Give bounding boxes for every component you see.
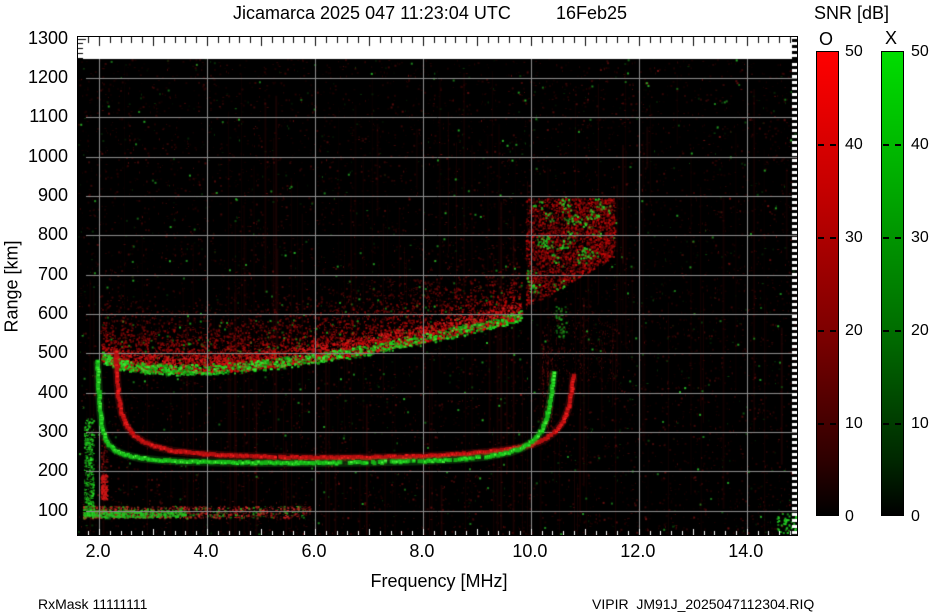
colorbar-tick-label: 10 <box>845 415 863 432</box>
ionogram-canvas <box>78 37 797 535</box>
x-tick-label: 2.0 <box>85 541 111 561</box>
colorbar-tick-label: 20 <box>845 322 863 339</box>
y-tick-label: 1300 <box>27 27 68 48</box>
y-tick-label: 400 <box>37 381 68 402</box>
colorbar-title: SNR [dB] <box>814 3 890 23</box>
x-tick-label: 14.0 <box>728 541 764 561</box>
x-tick-label: 6.0 <box>301 541 327 561</box>
colorbar-tick-label: 40 <box>911 136 929 153</box>
rxmask-text: RxMask 11111111 <box>38 596 148 612</box>
y-tick-label: 900 <box>37 184 68 205</box>
y-tick-label: 700 <box>37 263 68 284</box>
colorbar-tick-label: 50 <box>911 43 929 60</box>
ionogram-screen: Jicamarca 2025 047 11:23:04 UTC 16Feb25 … <box>0 0 932 614</box>
colorbar-tick-dash <box>830 144 836 146</box>
y-tick-label: 100 <box>37 499 68 520</box>
x-tick-label: 8.0 <box>409 541 435 561</box>
x-tick-label: 12.0 <box>620 541 656 561</box>
x-axis-label: Frequency [MHz] <box>370 571 508 591</box>
colorbar-tick-label: 0 <box>911 508 920 525</box>
page-title-date: 16Feb25 <box>556 3 628 23</box>
colorbar-tick-label: 20 <box>911 322 929 339</box>
colorbar-tick-dash <box>818 423 824 425</box>
o-mode-colorbar <box>816 51 839 516</box>
colorbar-tick-label: 10 <box>911 415 929 432</box>
colorbar-tick-label: 30 <box>911 229 929 246</box>
colorbar-tick-label: 0 <box>845 508 854 525</box>
y-tick-label: 1200 <box>27 66 68 87</box>
y-tick-label: 600 <box>37 302 68 323</box>
page-title: Jicamarca 2025 047 11:23:04 UTC <box>233 3 511 23</box>
y-tick-label: 200 <box>37 460 68 481</box>
y-tick-label: 500 <box>37 342 68 363</box>
y-axis-label: Range [km] <box>1 240 22 333</box>
ionogram-plot-area <box>77 36 798 536</box>
filename-text: VIPIR JM91J_2025047112304.RIQ <box>592 596 815 612</box>
colorbar-tick-dash <box>818 330 824 332</box>
x-tick-label: 4.0 <box>193 541 219 561</box>
colorbar-tick-label: 50 <box>845 43 863 60</box>
x-mode-colorbar <box>881 51 904 516</box>
colorbar-tick-dash <box>830 423 836 425</box>
colorbar-tick-label: 30 <box>845 229 863 246</box>
y-tick-label: 800 <box>37 224 68 245</box>
y-tick-label: 300 <box>37 420 68 441</box>
colorbar-tick-dash <box>830 237 836 239</box>
colorbar-tick-dash <box>818 237 824 239</box>
x-tick-label: 10.0 <box>512 541 548 561</box>
y-tick-label: 1000 <box>27 145 68 166</box>
colorbar-tick-label: 40 <box>845 136 863 153</box>
colorbar-tick-dash <box>818 144 824 146</box>
colorbar-tick-dash <box>830 330 836 332</box>
o-mode-label: O <box>819 29 834 49</box>
y-tick-label: 1100 <box>29 106 68 127</box>
